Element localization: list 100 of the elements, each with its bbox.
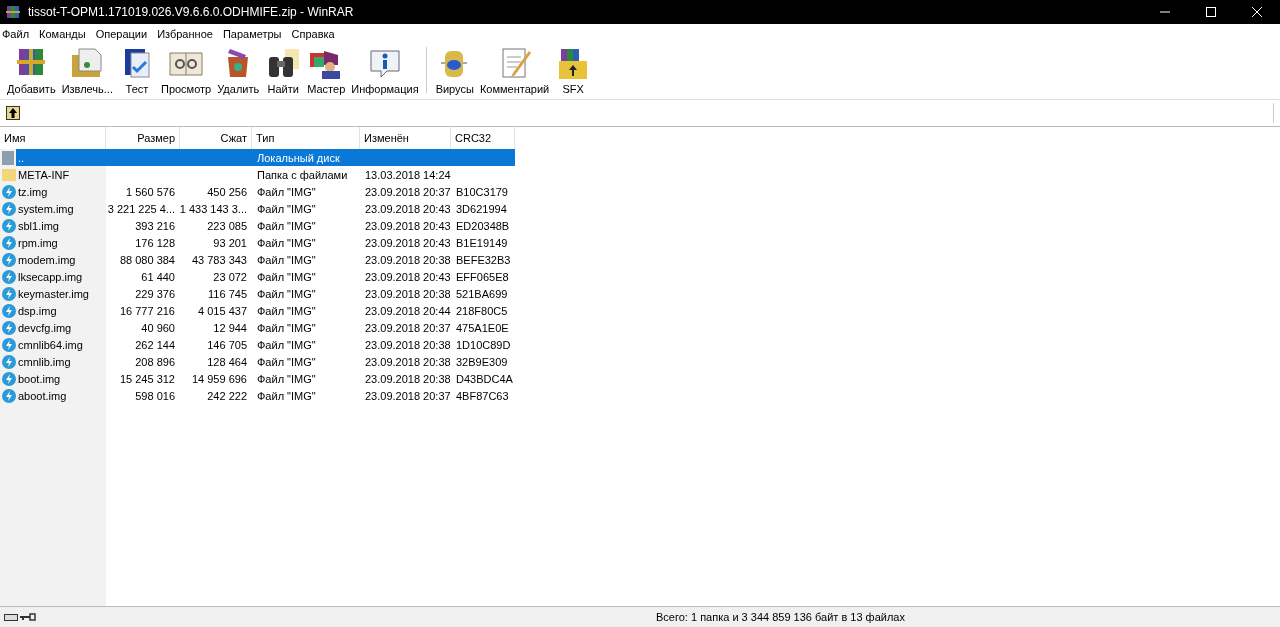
toolbar-button[interactable]: Просмотр	[157, 45, 215, 95]
file-icon	[2, 337, 16, 352]
table-cell: 23.09.2018 20:38	[365, 338, 451, 351]
table-cell: Файл "IMG"	[257, 236, 316, 249]
toolbar-button[interactable]: Удалить	[214, 45, 263, 95]
toolbar-button[interactable]: Информация	[348, 45, 422, 95]
drive-icon	[4, 612, 18, 622]
table-cell: 23.09.2018 20:43	[365, 236, 451, 249]
toolbar-button[interactable]: Добавить	[4, 45, 59, 95]
toolbar-button[interactable]: Комментарий	[476, 45, 553, 95]
menu-item[interactable]: Файл	[0, 28, 35, 40]
table-cell: B1E19149	[456, 236, 508, 249]
file-row[interactable]: dsp.img 16 777 216 4 015 437 Файл "IMG" 23.09.2018 20:44 218F80C5	[0, 302, 515, 319]
file-icon	[2, 269, 16, 284]
table-cell: 23.09.2018 20:37	[365, 321, 451, 334]
table-cell: 242 222	[207, 389, 247, 402]
file-name: system.img	[18, 202, 74, 215]
file-name: keymaster.img	[18, 287, 89, 300]
file-row[interactable]: META-INF Папка с файлами 13.03.2018 14:24	[0, 166, 515, 183]
menu-item[interactable]: Избранное	[155, 28, 218, 40]
menu-item[interactable]: Команды	[37, 28, 91, 40]
file-name: aboot.img	[18, 389, 67, 402]
table-cell: Файл "IMG"	[257, 219, 316, 232]
toolbar-button[interactable]: Мастер	[304, 45, 349, 95]
file-row[interactable]: cmnlib64.img 262 144 146 705 Файл "IMG" 23.09.2018 20:38 1D10C89D	[0, 336, 515, 353]
table-cell: 23.09.2018 20:44	[365, 304, 451, 317]
table-cell: Файл "IMG"	[257, 253, 316, 266]
toolbar-button[interactable]: SFX	[552, 45, 595, 95]
file-icon	[2, 252, 16, 267]
table-cell: 475A1E0E	[456, 321, 509, 334]
file-row[interactable]: boot.img 15 245 312 14 959 696 Файл "IMG" 23.09.2018 20:38 D43BDC4A	[0, 370, 515, 387]
file-name: META-INF	[18, 168, 70, 181]
table-cell: 229 376	[135, 287, 175, 300]
table-cell: Файл "IMG"	[257, 372, 316, 385]
file-name: boot.img	[18, 372, 61, 385]
column-header[interactable]: Сжат	[180, 127, 252, 149]
file-name: ..	[18, 151, 25, 164]
file-row[interactable]: aboot.img 598 016 242 222 Файл "IMG" 23.09.2018 20:37 4BF87C63	[0, 387, 515, 404]
table-cell: 23.09.2018 20:37	[365, 185, 451, 198]
file-row[interactable]: sbl1.img 393 216 223 085 Файл "IMG" 23.09.2018 20:43 ED20348B	[0, 217, 515, 234]
column-header[interactable]: Тип	[252, 127, 360, 149]
table-cell: 23.09.2018 20:43	[365, 202, 451, 215]
folder-icon	[2, 167, 16, 182]
menu-item[interactable]: Параметры	[220, 28, 287, 40]
table-cell: 262 144	[135, 338, 175, 351]
parent-folder-icon	[2, 150, 16, 165]
table-cell: Файл "IMG"	[257, 185, 316, 198]
toolbar-button[interactable]: Вирусы	[432, 45, 477, 95]
file-icon	[2, 218, 16, 233]
toolbar-button[interactable]: Тест	[115, 45, 158, 95]
file-name: cmnlib64.img	[18, 338, 83, 351]
file-row[interactable]: tz.img 1 560 576 450 256 Файл "IMG" 23.09.2018 20:37 B10C3179	[0, 183, 515, 200]
books-icon	[6, 5, 22, 19]
file-row[interactable]: keymaster.img 229 376 116 745 Файл "IMG" 23.09.2018 20:38 521BA699	[0, 285, 515, 302]
table-cell: 4BF87C63	[456, 389, 509, 402]
table-cell: 598 016	[135, 389, 175, 402]
table-cell: 32B9E309	[456, 355, 508, 368]
column-header[interactable]: Размер	[106, 127, 180, 149]
table-cell: 223 085	[207, 219, 247, 232]
table-cell: 1D10C89D	[456, 338, 511, 351]
file-icon	[2, 320, 16, 335]
table-cell: 128 464	[207, 355, 247, 368]
table-cell: Папка с файлами	[257, 168, 348, 181]
toolbar-button[interactable]: Найти	[262, 45, 305, 95]
window-title: tissot-T-OPM1.171019.026.V9.6.6.0.ODHMIFE.zip - WinRAR	[28, 5, 355, 19]
table-cell: 12 944	[213, 321, 247, 334]
file-icon	[2, 235, 16, 250]
status-text: Всего: 1 папка и 3 344 859 136 байт в 13 файлах	[656, 611, 905, 623]
file-row[interactable]: .. Локальный диск	[0, 149, 515, 166]
file-icon	[2, 286, 16, 301]
file-row[interactable]: devcfg.img 40 960 12 944 Файл "IMG" 23.09.2018 20:37 475A1E0E	[0, 319, 515, 336]
file-row[interactable]: system.img 3 221 225 4... 1 433 143 3... Файл "IMG" 23.09.2018 20:43 3D621994	[0, 200, 515, 217]
table-cell: Файл "IMG"	[257, 270, 316, 283]
up-folder-button[interactable]	[6, 106, 20, 120]
table-cell: 521BA699	[456, 287, 508, 300]
file-icon	[2, 201, 16, 216]
file-icon	[2, 388, 16, 403]
key-icon	[20, 612, 36, 622]
table-cell: Файл "IMG"	[257, 338, 316, 351]
file-row[interactable]: rpm.img 176 128 93 201 Файл "IMG" 23.09.2018 20:43 B1E19149	[0, 234, 515, 251]
table-cell: 14 959 696	[191, 372, 247, 385]
file-row[interactable]: lksecapp.img 61 440 23 072 Файл "IMG" 23.09.2018 20:43 EFF065E8	[0, 268, 515, 285]
file-row[interactable]: modem.img 88 080 384 43 783 343 Файл "IMG" 23.09.2018 20:38 BEFE32B3	[0, 251, 515, 268]
file-row[interactable]: cmnlib.img 208 896 128 464 Файл "IMG" 23.09.2018 20:38 32B9E309	[0, 353, 515, 370]
column-header[interactable]: Изменён	[360, 127, 451, 149]
column-header[interactable]: CRC32	[451, 127, 515, 149]
table-cell: 3 221 225 4...	[107, 202, 175, 215]
column-header[interactable]: Имя	[0, 127, 106, 149]
file-icon	[2, 371, 16, 386]
table-cell: 23.09.2018 20:43	[365, 270, 451, 283]
file-icon	[2, 354, 16, 369]
table-cell: Локальный диск	[257, 151, 340, 164]
table-cell: 13.03.2018 14:24	[365, 168, 451, 181]
menu-item[interactable]: Операции	[93, 28, 153, 40]
table-cell: 23.09.2018 20:38	[365, 355, 451, 368]
menu-item[interactable]: Справка	[289, 28, 340, 40]
table-cell: 218F80C5	[456, 304, 508, 317]
table-cell: 1 560 576	[126, 185, 175, 198]
table-cell: 23 072	[213, 270, 247, 283]
toolbar-button[interactable]: Извлечь...	[58, 45, 116, 95]
